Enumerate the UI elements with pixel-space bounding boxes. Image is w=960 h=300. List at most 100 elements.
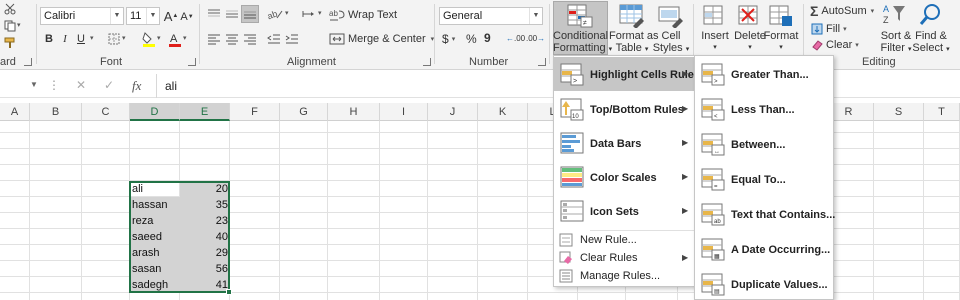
svg-text:ab: ab (714, 219, 721, 225)
chevron-down-icon[interactable]: ▾ (183, 34, 187, 42)
format-label-text: Format (763, 30, 799, 42)
number-format-combo[interactable]: General ▼ (439, 7, 543, 25)
submenu-item[interactable]: = Equal To... (695, 162, 833, 196)
insert-label[interactable]: Insert ▾ (696, 30, 734, 54)
submenu-item[interactable]: ↔ Between... (695, 127, 833, 161)
insert-function-button[interactable]: fx (132, 78, 141, 94)
menu-item-icon-sets[interactable]: Icon Sets ▶ (554, 194, 695, 228)
currency-button[interactable]: $ ▾ (442, 32, 455, 46)
column-header[interactable]: G (280, 103, 328, 121)
submenu-item[interactable]: > Greater Than... (695, 57, 833, 91)
percent-button[interactable]: % (466, 32, 477, 46)
menu-item-new-rule[interactable]: New Rule... (554, 231, 695, 249)
merge-center-label: Merge & Center (348, 33, 426, 45)
bold-button[interactable]: B (42, 31, 56, 47)
align-top-icon[interactable] (207, 8, 221, 20)
chevron-down-icon[interactable]: ▾ (122, 34, 126, 42)
increase-decimal-button[interactable]: ← .00 (506, 31, 525, 45)
submenu-item[interactable]: ▤ Duplicate Values... (695, 267, 833, 300)
column-header[interactable]: I (380, 103, 428, 121)
alignment-launcher-icon[interactable] (423, 58, 431, 66)
menu-item-color-scales[interactable]: Color Scales ▶ (554, 160, 695, 194)
submenu-item[interactable]: ▦ A Date Occurring... (695, 232, 833, 266)
decrease-indent-icon[interactable] (267, 33, 281, 45)
italic-button[interactable]: I (58, 31, 72, 47)
wrap-text-button[interactable]: ab Wrap Text (329, 6, 397, 24)
copy-icon[interactable] (4, 20, 16, 32)
font-size-combo[interactable]: 11 ▼ (126, 7, 160, 25)
menu-item-highlight-cells-rules[interactable]: > Highlight Cells Rules ▶ (554, 57, 700, 91)
column-header[interactable]: A (0, 103, 30, 121)
clear-label: Clear (826, 39, 853, 51)
menu-item-top-bottom-rules[interactable]: 10 Top/Bottom Rules ▶ (554, 92, 695, 126)
insert-cells-icon[interactable] (702, 4, 728, 28)
chevron-down-icon[interactable]: ▾ (157, 34, 161, 42)
font-launcher-icon[interactable] (188, 58, 196, 66)
column-header[interactable]: D (130, 103, 180, 121)
delete-cells-icon[interactable] (737, 4, 763, 28)
data-bars-label: Data Bars (590, 138, 642, 150)
search-icon[interactable] (918, 2, 944, 26)
font-name-combo[interactable]: Calibri ▼ (40, 7, 124, 25)
column-header[interactable]: B (30, 103, 82, 121)
sort-filter-label[interactable]: Sort & Filter ▾ (878, 30, 914, 56)
shrink-font-button[interactable]: A ▼ (180, 9, 194, 25)
align-bottom-icon[interactable] (243, 8, 257, 20)
cancel-entry-icon[interactable]: ✕ (76, 78, 86, 92)
fill-handle[interactable] (226, 289, 232, 295)
manage-rules-label: Manage Rules... (580, 270, 661, 282)
column-header[interactable]: K (478, 103, 528, 121)
number-launcher-icon[interactable] (538, 58, 546, 66)
underline-button[interactable]: U (74, 31, 88, 47)
copy-dropdown-icon[interactable]: ▾ (17, 21, 21, 29)
cut-icon[interactable] (4, 3, 16, 15)
increase-indent-icon[interactable] (285, 33, 299, 45)
menu-item-data-bars[interactable]: Data Bars ▶ (554, 126, 695, 160)
fill-color-icon[interactable] (142, 31, 156, 47)
fill-button[interactable]: Fill ▾ (811, 22, 847, 36)
chevron-down-icon[interactable]: ▾ (285, 9, 289, 17)
column-header[interactable]: J (428, 103, 478, 121)
menu-item-manage-rules[interactable]: Manage Rules... (554, 267, 695, 285)
column-header[interactable]: C (82, 103, 130, 121)
menu-item-clear-rules[interactable]: Clear Rules ▶ (554, 249, 695, 267)
rule-icon: < (701, 98, 725, 121)
align-right-icon[interactable] (243, 33, 257, 45)
format-cells-icon[interactable] (768, 4, 794, 28)
decrease-decimal-button[interactable]: .00 → (526, 31, 545, 45)
data-bars-icon (560, 132, 584, 154)
format-painter-icon[interactable] (4, 37, 16, 49)
align-left-icon[interactable] (207, 33, 221, 45)
align-middle-icon[interactable] (225, 8, 239, 20)
column-header[interactable]: H (328, 103, 380, 121)
column-header[interactable]: T (924, 103, 960, 121)
format-label[interactable]: Format ▾ (762, 30, 800, 54)
svg-text:>: > (714, 79, 718, 85)
submenu-item[interactable]: ab Text that Contains... (695, 197, 835, 231)
name-box-dropdown-icon[interactable]: ▼ (30, 80, 38, 89)
text-direction-icon[interactable] (301, 8, 317, 20)
clear-button[interactable]: Clear ▾ (811, 38, 859, 52)
column-header[interactable]: S (874, 103, 924, 121)
align-center-icon[interactable] (225, 33, 239, 45)
formula-bar-grip-icon[interactable]: ⋮ (48, 78, 60, 92)
comma-style-button[interactable]: 9 (484, 31, 491, 45)
column-header[interactable]: E (180, 103, 230, 121)
autosum-button[interactable]: Σ AutoSum ▾ (810, 3, 874, 19)
svg-text:<: < (714, 114, 718, 120)
orientation-icon[interactable]: ab (267, 8, 283, 20)
confirm-entry-icon[interactable]: ✓ (104, 78, 114, 92)
rule-icon: ab (701, 203, 725, 226)
chevron-down-icon[interactable]: ▾ (318, 9, 322, 17)
borders-icon[interactable] (108, 33, 120, 45)
column-header[interactable]: F (230, 103, 280, 121)
submenu-item[interactable]: < Less Than... (695, 92, 833, 126)
clipboard-launcher-icon[interactable] (24, 58, 32, 66)
merge-center-button[interactable]: Merge & Center ▾ (329, 30, 434, 48)
find-select-label[interactable]: Find & Select ▾ (912, 30, 950, 56)
grow-font-button[interactable]: A ▲ (164, 7, 179, 25)
font-color-icon[interactable]: A (168, 31, 182, 47)
chevron-down-icon[interactable]: ▾ (90, 34, 94, 42)
sort-filter-icon[interactable]: A Z (882, 2, 908, 26)
clipboard-group-label: ard (0, 56, 16, 68)
